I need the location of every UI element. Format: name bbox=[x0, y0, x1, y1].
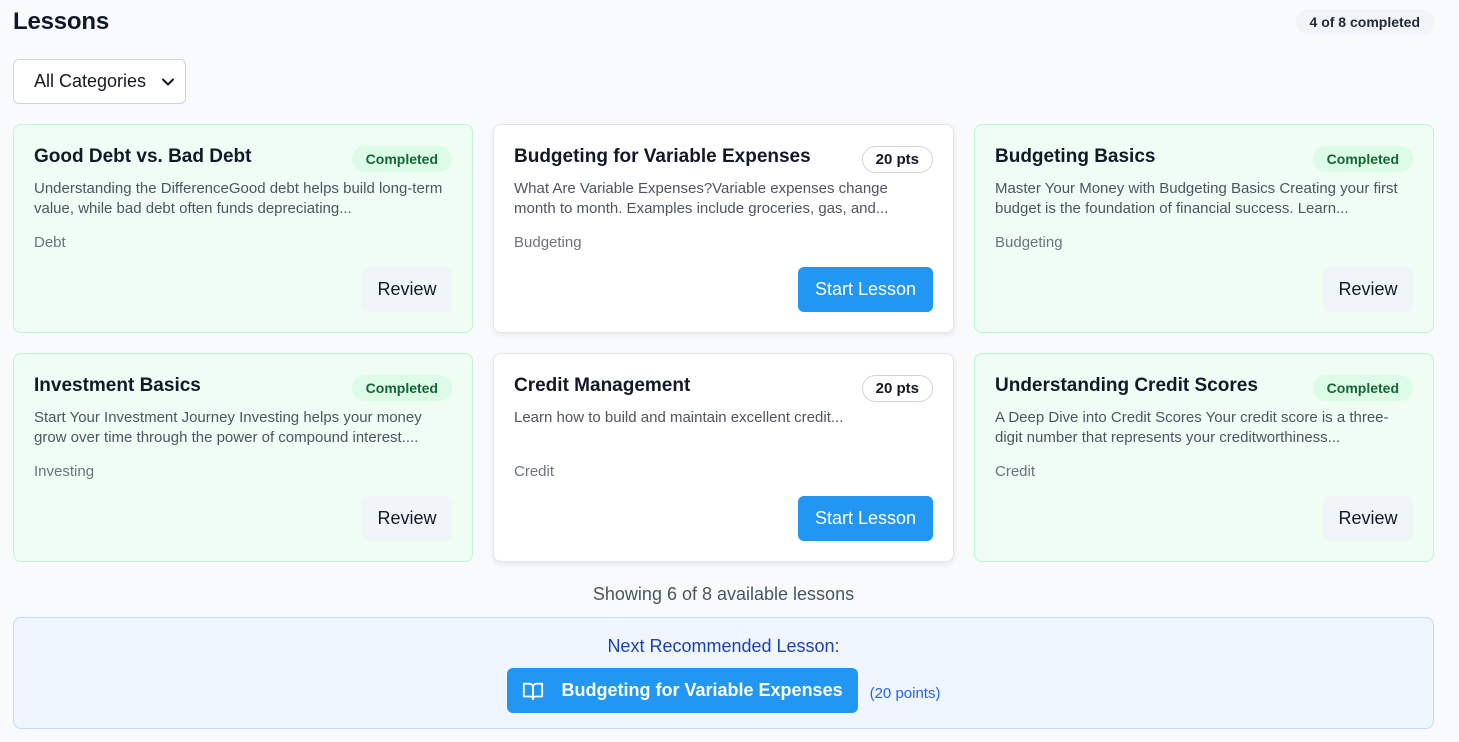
completed-badge: Completed bbox=[1312, 375, 1413, 401]
page-title: Lessons bbox=[13, 8, 109, 35]
category-filter-select[interactable]: All Categories bbox=[13, 59, 186, 104]
lesson-category: Debt bbox=[34, 234, 66, 251]
lesson-title: Credit Management bbox=[514, 375, 691, 396]
recommended-lesson-button[interactable]: Budgeting for Variable Expenses bbox=[506, 668, 858, 713]
category-filter-value: All Categories bbox=[34, 71, 147, 91]
lesson-category: Budgeting bbox=[995, 234, 1063, 251]
completed-badge: Completed bbox=[351, 375, 452, 401]
recommendation-heading: Next Recommended Lesson: bbox=[607, 636, 840, 656]
lesson-card: Credit Management 20 pts Learn how to bu… bbox=[493, 353, 954, 562]
lessons-grid: Good Debt vs. Bad Debt Completed Underst… bbox=[13, 124, 1434, 562]
points-badge: 20 pts bbox=[861, 375, 933, 402]
start-lesson-button[interactable]: Start Lesson bbox=[798, 496, 933, 541]
showing-count-text: Showing 6 of 8 available lessons bbox=[592, 584, 855, 604]
lesson-title: Good Debt vs. Bad Debt bbox=[34, 146, 252, 167]
review-button[interactable]: Review bbox=[362, 267, 452, 312]
lesson-card: Investment Basics Completed Start Your I… bbox=[13, 353, 473, 562]
lesson-card: Good Debt vs. Bad Debt Completed Underst… bbox=[13, 124, 473, 333]
lesson-card: Understanding Credit Scores Completed A … bbox=[974, 353, 1434, 562]
lesson-category: Investing bbox=[34, 463, 95, 480]
review-button[interactable]: Review bbox=[1323, 267, 1413, 312]
review-button[interactable]: Review bbox=[1323, 496, 1413, 541]
review-button[interactable]: Review bbox=[362, 496, 452, 541]
lesson-title: Budgeting for Variable Expenses bbox=[514, 146, 811, 167]
lesson-description: Start Your Investment Journey Investing … bbox=[34, 409, 422, 446]
recommendation-row: Budgeting for Variable Expenses (20 poin… bbox=[14, 668, 1433, 713]
recommended-lesson-title: Budgeting for Variable Expenses bbox=[561, 680, 843, 700]
page-header: Lessons 4 of 8 completed bbox=[13, 6, 1434, 38]
lesson-description: Learn how to build and maintain excellen… bbox=[514, 409, 844, 426]
points-badge: 20 pts bbox=[861, 146, 933, 173]
chevron-down-icon bbox=[161, 75, 175, 89]
lesson-card: Budgeting Basics Completed Master Your M… bbox=[974, 124, 1434, 333]
lessons-page: Lessons 4 of 8 completed All Categories … bbox=[0, 0, 1459, 742]
lesson-title: Understanding Credit Scores bbox=[995, 375, 1258, 396]
completed-badge: Completed bbox=[351, 146, 452, 172]
lesson-category: Budgeting bbox=[514, 234, 582, 251]
recommended-lesson-points: (20 points) bbox=[869, 685, 941, 702]
completed-badge: Completed bbox=[1312, 146, 1413, 172]
lesson-description: Understanding the DifferenceGood debt he… bbox=[34, 180, 443, 217]
lesson-description: What Are Variable Expenses?Variable expe… bbox=[514, 180, 889, 217]
progress-badge: 4 of 8 completed bbox=[1295, 9, 1434, 35]
lesson-category: Credit bbox=[514, 463, 555, 480]
lesson-description: Master Your Money with Budgeting Basics … bbox=[995, 180, 1398, 217]
lesson-card: Budgeting for Variable Expenses 20 pts W… bbox=[493, 124, 954, 333]
lesson-category: Credit bbox=[995, 463, 1036, 480]
recommendation-panel: Next Recommended Lesson: Budgeting for V… bbox=[13, 617, 1434, 729]
lesson-title: Budgeting Basics bbox=[995, 146, 1156, 167]
book-icon bbox=[522, 680, 544, 702]
lesson-description: A Deep Dive into Credit Scores Your cred… bbox=[995, 409, 1389, 446]
start-lesson-button[interactable]: Start Lesson bbox=[798, 267, 933, 312]
lesson-title: Investment Basics bbox=[34, 375, 201, 396]
